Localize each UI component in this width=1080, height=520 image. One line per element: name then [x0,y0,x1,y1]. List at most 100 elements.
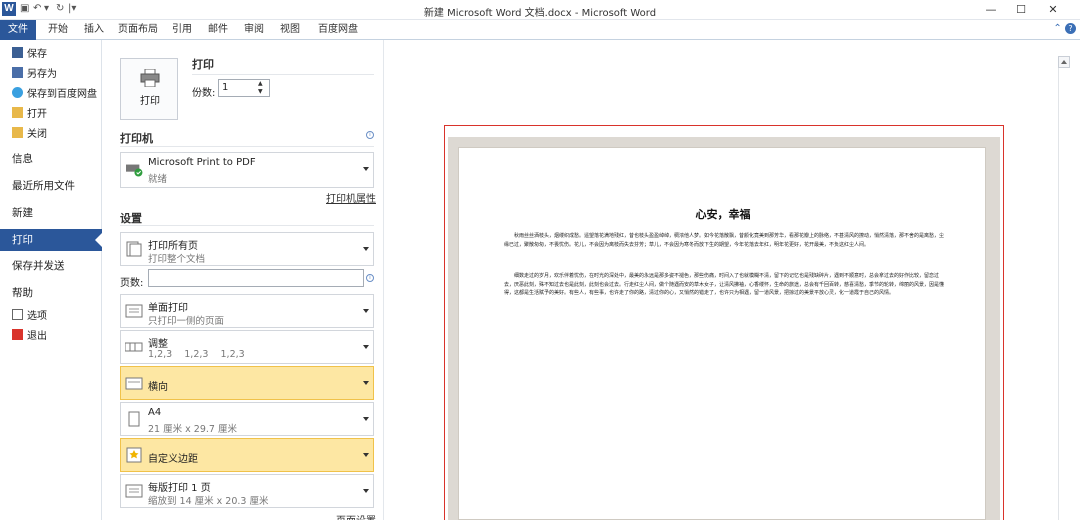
nav-label: 另存为 [27,69,57,80]
single-sided-icon [125,304,143,318]
nav-label: 打开 [27,109,47,120]
print-preview-pane: 心安，幸福 秋雨丝丝洒枝头，烟缕织成愁。遥望落花满地残红，昔也枝头盈盈绰绰，稠浓… [384,40,1080,520]
copies-spinner[interactable]: ▲ ▼ [258,80,263,96]
collate-icon [125,342,143,352]
save-as-icon [12,67,23,78]
ribbon-tabs: 文件 开始 插入 页面布局 引用 邮件 审阅 视图 百度网盘 ⌃ ? [0,20,1080,40]
pages-input[interactable] [148,269,364,287]
printer-status: 就绪 [148,174,168,185]
nav-save-as[interactable]: 另存为 [0,66,102,84]
divider [120,225,374,226]
settings-section-title: 设置 [120,212,142,225]
ribbon-collapse-icon[interactable]: ⌃ [1053,23,1061,34]
chevron-down-icon [363,309,369,313]
close-button[interactable]: ✕ [1042,2,1064,18]
maximize-button[interactable]: ☐ [1010,2,1032,18]
chevron-down-icon [363,345,369,349]
nav-save-and-send[interactable]: 保存并发送 [0,255,102,277]
pages-per-sheet-dropdown[interactable]: 每版打印 1 页 缩放到 14 厘米 x 20.3 厘米 [120,474,374,508]
copies-label: 份数: [192,88,216,99]
nav-save-to-baidu[interactable]: 保存到百度网盘 [0,86,102,104]
chevron-down-icon [363,167,369,171]
printer-dropdown[interactable]: Microsoft Print to PDF 就绪 [120,152,374,188]
chevron-down-icon [363,489,369,493]
nav-info[interactable]: 信息 [0,148,102,170]
nav-save[interactable]: 保存 [0,46,102,64]
nav-close[interactable]: 关闭 [0,126,102,144]
divider [192,74,374,75]
info-icon[interactable]: i [366,131,374,139]
nav-label: 退出 [27,331,47,342]
tab-baidu-netdisk[interactable]: 百度网盘 [312,20,364,40]
nav-new[interactable]: 新建 [0,202,102,224]
nav-label: 保存到百度网盘 [27,89,97,100]
paper-icon [128,411,140,427]
chevron-down-icon [363,381,369,385]
per-sheet-title: 每版打印 1 页 [148,483,211,494]
scroll-up-button[interactable] [1058,56,1070,68]
options-icon [12,309,23,320]
window-title: 新建 Microsoft Word 文档.docx - Microsoft Wo… [423,8,657,19]
paper-size-dropdown[interactable]: A4 21 厘米 x 29.7 厘米 [120,402,374,436]
tab-review[interactable]: 审阅 [240,20,268,40]
nav-exit[interactable]: 退出 [0,328,102,346]
margins-title: 自定义边距 [148,454,198,465]
pages-label: 页数: [120,278,144,289]
chevron-down-icon [363,247,369,251]
document-paragraph-1: 秋雨丝丝洒枝头，烟缕织成愁。遥望落花满地残红，昔也枝头盈盈绰绰，稠浓他人梦。如今… [504,233,945,248]
pages-per-sheet-icon [125,484,143,498]
title-bar: W ▣ ↶ ▾ ↻ |▾ 新建 Microsoft Word 文档.docx -… [0,0,1080,20]
tab-view[interactable]: 视图 [276,20,304,40]
custom-margins-icon [126,447,142,463]
sided-dropdown[interactable]: 单面打印 只打印一侧的页面 [120,294,374,328]
nav-label: 选项 [27,311,47,322]
document-paragraph-2: 细数走过的岁月，欢乐伴着忧伤，在时光的深处中，最美的永远是那多姿不褪色，那些伤痛… [504,273,945,296]
printer-ready-icon [126,164,143,177]
nav-recent[interactable]: 最近所用文件 [0,175,102,197]
paper-sub: 21 厘米 x 29.7 厘米 [148,424,237,435]
nav-label: 保存 [27,49,47,60]
tab-home[interactable]: 开始 [44,20,72,40]
vertical-scrollbar[interactable] [1058,56,1070,520]
tab-file[interactable]: 文件 [0,20,36,40]
sided-sub: 只打印一侧的页面 [148,316,225,327]
tab-references[interactable]: 引用 [168,20,196,40]
print-button[interactable]: 打印 [120,58,178,120]
orientation-dropdown[interactable]: 横向 [120,366,374,400]
nav-label: 关闭 [27,129,47,140]
margins-dropdown[interactable]: 自定义边距 [120,438,374,472]
pages-icon [126,241,142,257]
printer-icon [140,69,160,87]
open-folder-icon [12,107,23,118]
print-range-sub: 打印整个文档 [148,254,206,265]
info-icon[interactable]: i [366,274,374,282]
print-section-title: 打印 [192,58,214,71]
nav-options[interactable]: 选项 [0,308,102,326]
divider [120,146,374,147]
nav-print[interactable]: 打印 [0,229,103,251]
collate-dropdown[interactable]: 调整 1,2,3 1,2,3 1,2,3 [120,330,374,364]
close-folder-icon [12,127,23,138]
collate-sub: 1,2,3 1,2,3 1,2,3 [148,349,245,360]
print-range-title: 打印所有页 [148,241,198,252]
printer-name: Microsoft Print to PDF [148,157,256,168]
minimize-button[interactable]: — [980,2,1002,18]
nav-help[interactable]: 帮助 [0,282,102,304]
help-area: ⌃ ? [1053,23,1076,34]
paper-title: A4 [148,407,162,418]
help-icon[interactable]: ? [1065,23,1076,34]
baidu-cloud-icon [12,87,23,98]
print-range-dropdown[interactable]: 打印所有页 打印整个文档 [120,232,374,266]
exit-icon [12,329,23,340]
print-button-label: 打印 [140,96,160,107]
tab-page-layout[interactable]: 页面布局 [116,20,160,40]
preview-page: 心安，幸福 秋雨丝丝洒枝头，烟缕织成愁。遥望落花满地残红，昔也枝头盈盈绰绰，稠浓… [458,147,986,520]
page-setup-link[interactable]: 页面设置 [336,512,376,520]
chevron-down-icon [363,453,369,457]
tab-insert[interactable]: 插入 [80,20,108,40]
save-icon [12,47,23,58]
printer-properties-link[interactable]: 打印机属性 [326,190,376,205]
tab-mailings[interactable]: 邮件 [204,20,232,40]
nav-open[interactable]: 打开 [0,106,102,124]
per-sheet-sub: 缩放到 14 厘米 x 20.3 厘米 [148,496,269,507]
